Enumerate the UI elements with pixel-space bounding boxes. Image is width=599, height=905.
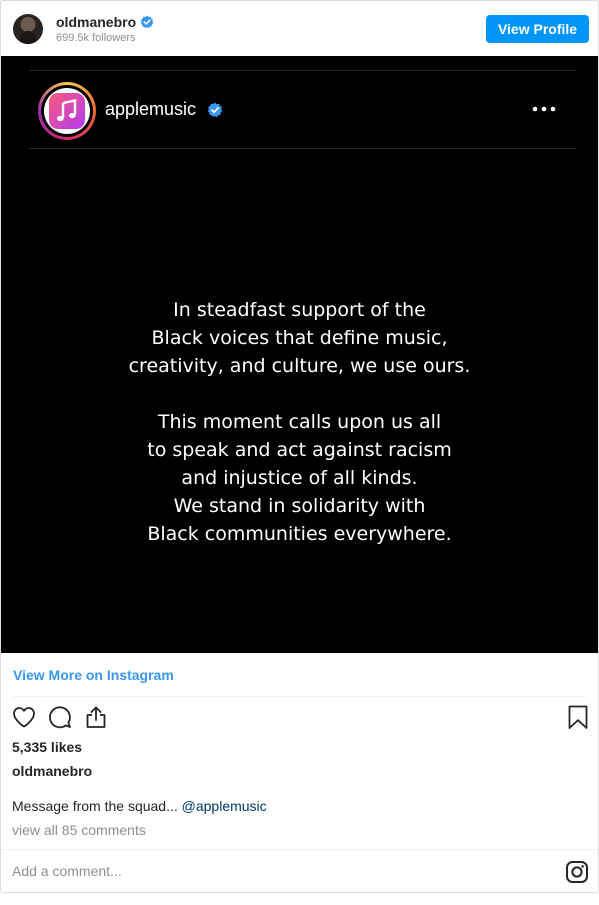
view-profile-button[interactable]: View Profile [486,15,589,43]
header-username[interactable]: oldmanebro [56,14,136,30]
post-owner-username[interactable]: oldmanebro [12,763,92,779]
post-message: In steadfast support of the Black voices… [1,296,598,548]
divider [13,696,586,697]
message-line: creativity, and culture, we use ours. [128,355,471,377]
embed-header: oldmanebro 699.5k followers View Profile [1,1,598,56]
divider [1,849,598,850]
avatar[interactable] [13,14,43,44]
image-header-divider [29,148,576,149]
like-count[interactable]: 5,335 likes [12,739,82,755]
verified-badge-icon [207,102,223,118]
bookmark-icon[interactable] [565,704,591,730]
message-line: to speak and act against racism [147,439,452,461]
message-line: In steadfast support of the [173,299,426,321]
post-image[interactable]: applemusic In steadfast support of the B… [1,56,598,653]
add-comment-input[interactable]: Add a comment... [12,863,122,879]
instagram-logo-icon[interactable] [565,860,589,884]
view-more-link[interactable]: View More on Instagram [13,667,174,683]
verified-badge-icon [140,15,154,29]
share-icon[interactable] [83,704,109,730]
view-all-comments-link[interactable]: view all 85 comments [12,822,146,838]
message-line: and injustice of all kinds. [181,467,418,489]
comment-icon[interactable] [47,704,73,730]
caption-mention-link[interactable]: @applemusic [182,798,267,814]
post-caption: Message from the squad... @applemusic [12,798,267,814]
message-line: This moment calls upon us all [157,411,442,433]
more-options-icon [532,106,556,112]
message-line: Black communities everywhere. [147,523,452,545]
apple-music-logo-icon [49,93,85,129]
heart-icon[interactable] [11,704,37,730]
apple-music-avatar [44,88,90,134]
image-divider [29,70,576,71]
image-account-name: applemusic [105,99,197,119]
message-line: Black voices that define music, [151,327,448,349]
message-line: We stand in solidarity with [173,495,426,517]
instagram-embed: oldmanebro 699.5k followers View Profile [0,0,599,893]
follower-count: 699.5k followers [56,32,136,44]
caption-text: Message from the squad... [12,798,182,814]
